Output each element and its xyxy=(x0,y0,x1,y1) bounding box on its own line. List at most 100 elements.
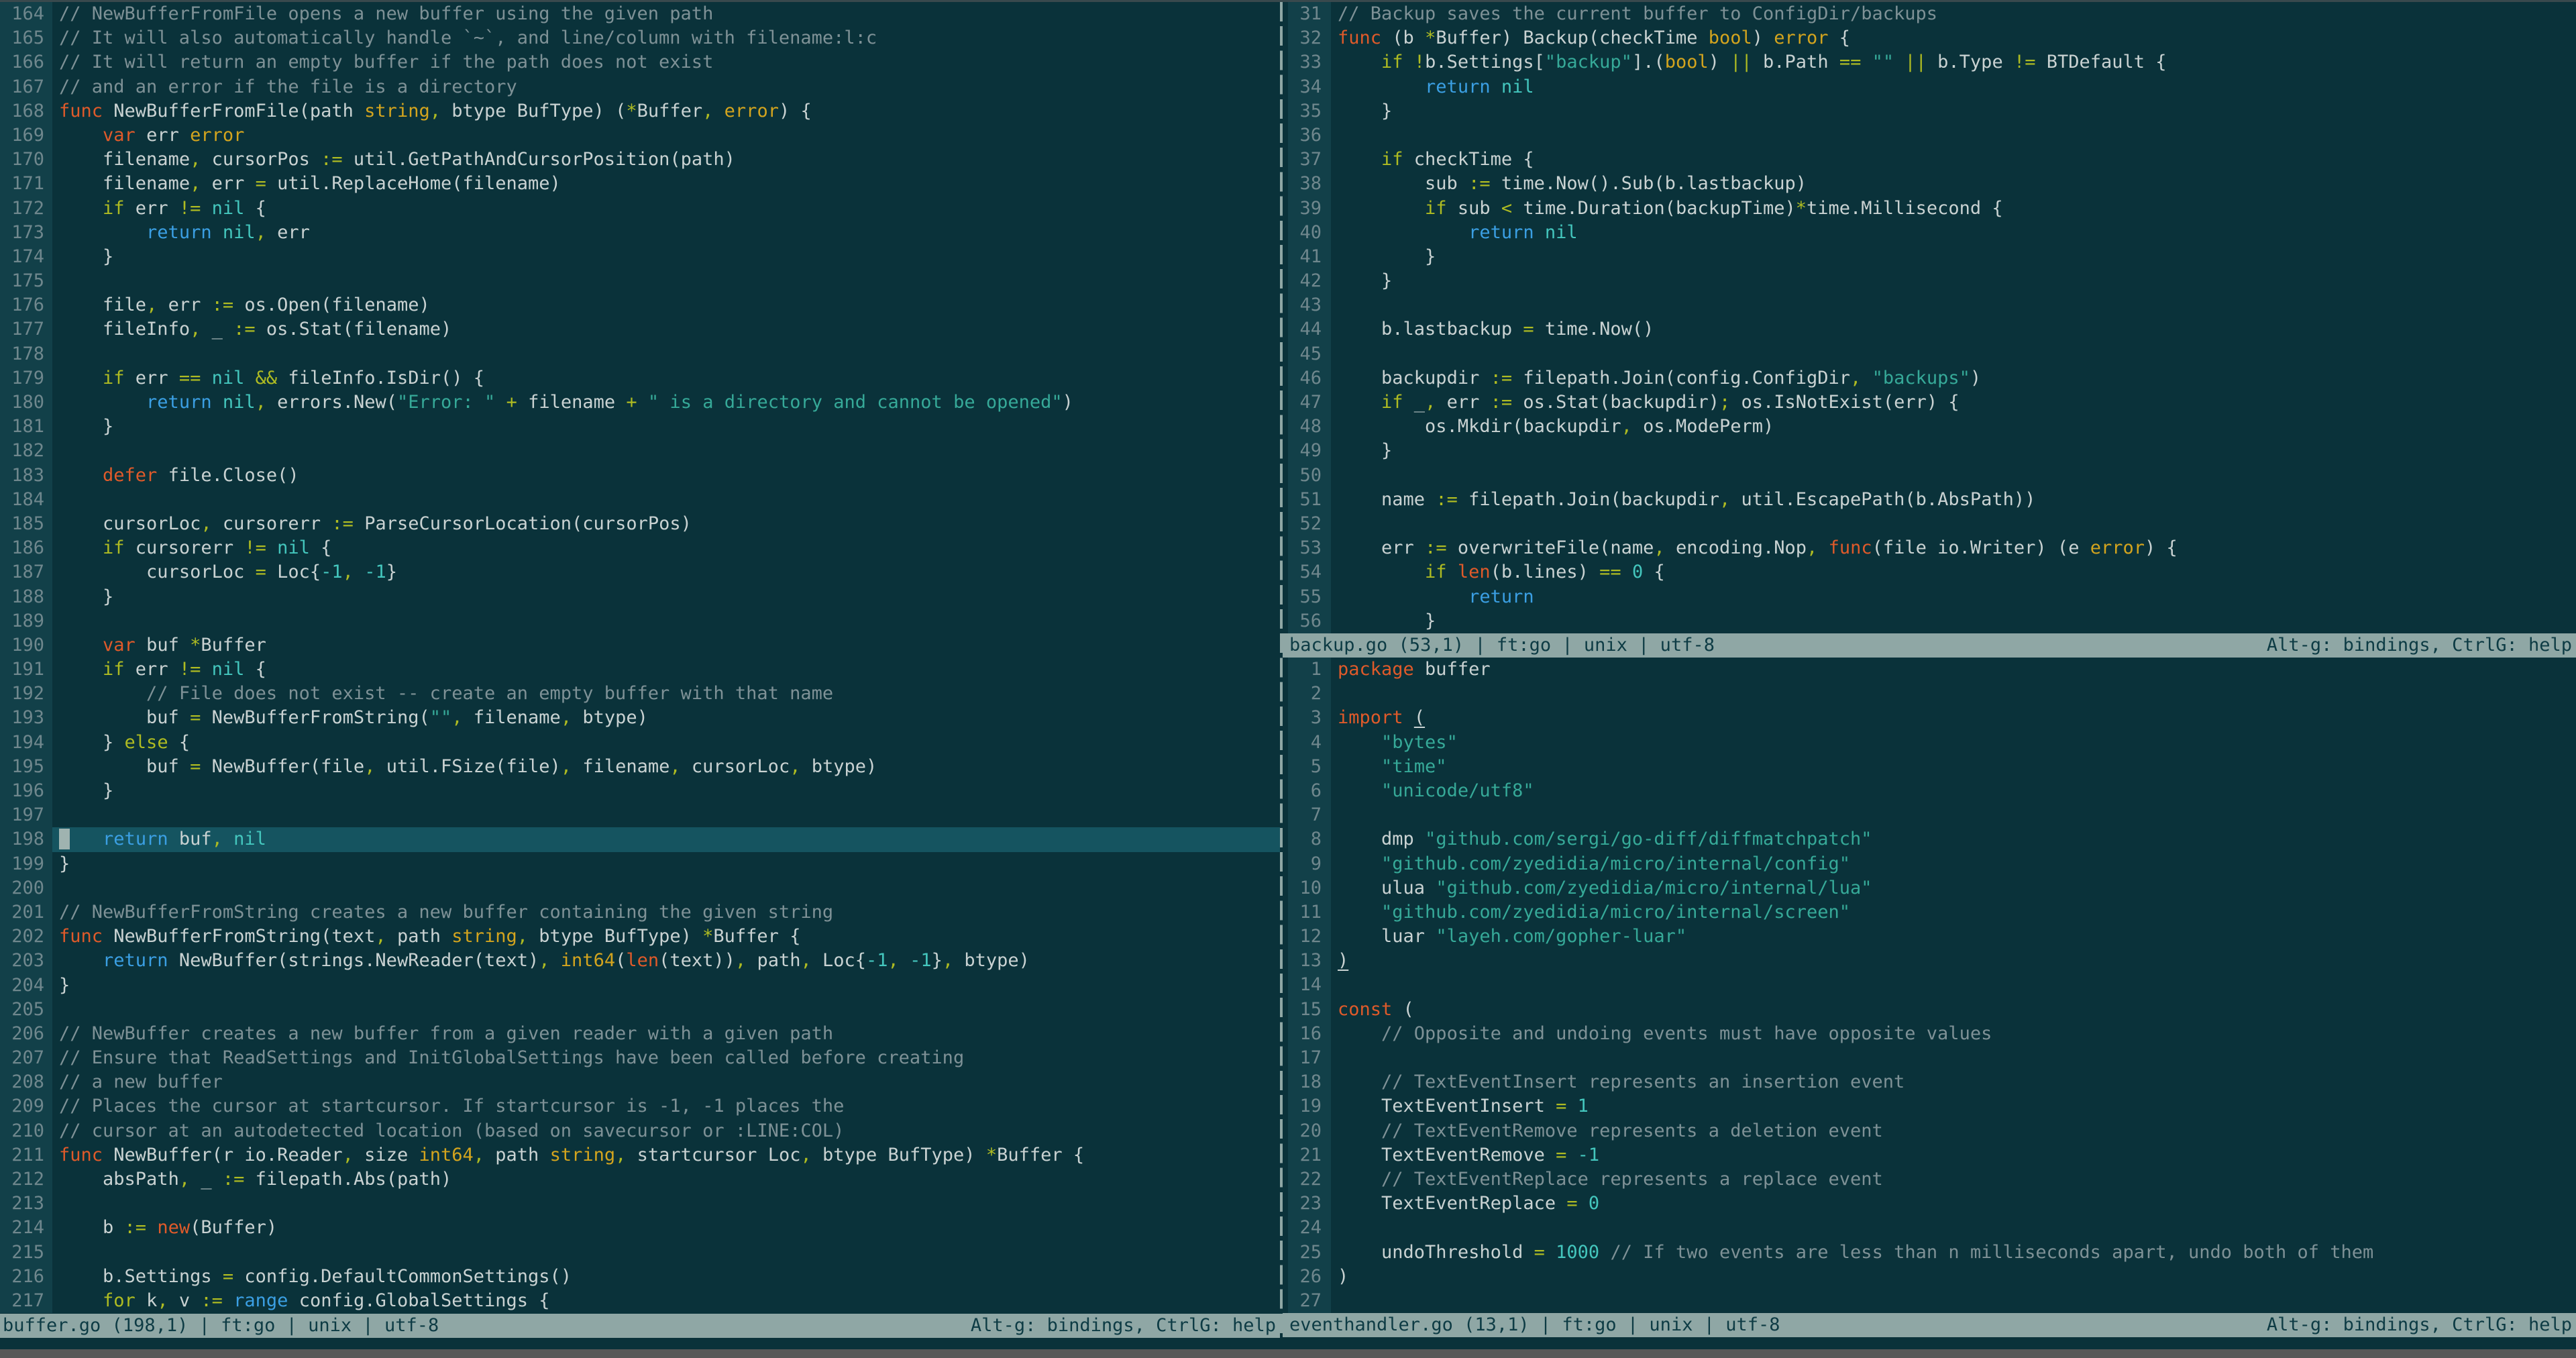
code-line[interactable]: 189 xyxy=(0,609,1280,633)
code-line[interactable]: 32 func (b *Buffer) Backup(checkTime bool… xyxy=(1283,26,2576,51)
code-line[interactable]: 25 undoThreshold = 1000 // If two events… xyxy=(1283,1240,2576,1265)
code-line[interactable]: 192 // File does not exist -- create an … xyxy=(0,682,1280,707)
code-line[interactable]: 10 ulua "github.com/zyedidia/micro/inter… xyxy=(1283,876,2576,900)
code-line[interactable]: 183 defer file.Close() xyxy=(0,463,1280,488)
code-line[interactable]: 214 b := new(Buffer) xyxy=(0,1216,1280,1241)
code-line[interactable]: 193 buf = NewBufferFromString("", filena… xyxy=(0,706,1280,731)
code-line[interactable]: 38 sub := time.Now().Sub(b.lastbackup) xyxy=(1283,172,2576,197)
code-line[interactable]: 202 func NewBufferFromString(text, path s… xyxy=(0,925,1280,949)
code-area-buffer-go[interactable]: 164 // NewBufferFromFile opens a new buff… xyxy=(0,2,1280,1314)
code-line[interactable]: 49 } xyxy=(1283,439,2576,464)
code-line[interactable]: 33 if !b.Settings["backup"].(bool) || b.… xyxy=(1283,50,2576,75)
code-line[interactable]: 195 buf = NewBuffer(file, util.FSize(fil… xyxy=(0,754,1280,779)
code-line[interactable]: 167 // and an error if the file is a dire… xyxy=(0,74,1280,99)
code-line[interactable]: 55 return xyxy=(1283,584,2576,609)
code-line[interactable]: 190 var buf *Buffer xyxy=(0,633,1280,658)
code-line[interactable]: 7 xyxy=(1283,803,2576,828)
code-line[interactable]: 201 // NewBufferFromString creates a new … xyxy=(0,900,1280,925)
code-line[interactable]: 169 var err error xyxy=(0,123,1280,148)
code-line[interactable]: 23 TextEventReplace = 0 xyxy=(1283,1192,2576,1216)
code-line[interactable]: 12 luar "layeh.com/gopher-luar" xyxy=(1283,925,2576,949)
code-line[interactable]: 1 package buffer xyxy=(1283,658,2576,682)
code-line[interactable]: 43 xyxy=(1283,293,2576,318)
code-line[interactable]: 13) xyxy=(1283,949,2576,974)
code-line[interactable]: 20 // TextEventRemove represents a delet… xyxy=(1283,1118,2576,1143)
code-line[interactable]: 52 xyxy=(1283,511,2576,537)
code-line[interactable]: 200 xyxy=(0,876,1280,900)
code-line[interactable]: 211 func NewBuffer(r io.Reader, size int6… xyxy=(0,1143,1280,1167)
code-line[interactable]: 184 xyxy=(0,487,1280,512)
code-line[interactable]: 181 } xyxy=(0,415,1280,439)
code-line[interactable]: 196 } xyxy=(0,779,1280,804)
code-line[interactable]: 197 xyxy=(0,803,1280,828)
code-line[interactable]: 178 xyxy=(0,342,1280,366)
code-line[interactable]: 45 xyxy=(1283,342,2576,366)
code-line[interactable]: 44 b.lastbackup = time.Now() xyxy=(1283,317,2576,342)
code-line[interactable]: 170 filename, cursorPos := util.GetPathA… xyxy=(0,148,1280,172)
code-line[interactable]: 18 // TextEventInsert represents an inse… xyxy=(1283,1070,2576,1095)
code-line[interactable]: 213 xyxy=(0,1192,1280,1216)
code-line[interactable]: 165 // It will also automatically handle … xyxy=(0,26,1280,51)
code-line[interactable]: 5 "time" xyxy=(1283,754,2576,779)
code-line[interactable]: 9 "github.com/zyedidia/micro/internal/co… xyxy=(1283,851,2576,876)
code-line[interactable]: 198 return buf, nil xyxy=(0,827,1280,852)
code-line[interactable]: 176 file, err := os.Open(filename) xyxy=(0,293,1280,318)
code-line[interactable]: 164 // NewBufferFromFile opens a new buff… xyxy=(0,2,1280,27)
code-line[interactable]: 168 func NewBufferFromFile(path string, b… xyxy=(0,99,1280,123)
code-line[interactable]: 173 return nil, err xyxy=(0,220,1280,245)
code-line[interactable]: 6 "unicode/utf8" xyxy=(1283,778,2576,804)
code-line[interactable]: 199} xyxy=(0,851,1280,876)
code-line[interactable]: 174 } xyxy=(0,244,1280,270)
code-line[interactable]: 27 xyxy=(1283,1288,2576,1313)
code-line[interactable]: 19 TextEventInsert = 1 xyxy=(1283,1094,2576,1119)
code-line[interactable]: 186 if cursorerr != nil { xyxy=(0,536,1280,561)
code-line[interactable]: 36 xyxy=(1283,123,2576,148)
code-line[interactable]: 187 cursorLoc = Loc{-1, -1} xyxy=(0,560,1280,585)
code-line[interactable]: 31 // Backup saves the current buffer to … xyxy=(1283,2,2576,27)
code-line[interactable]: 4 "bytes" xyxy=(1283,730,2576,755)
code-line[interactable]: 166 // It will return an empty buffer if … xyxy=(0,50,1280,75)
code-line[interactable]: 22 // TextEventReplace represents a repl… xyxy=(1283,1167,2576,1192)
code-line[interactable]: 21 TextEventRemove = -1 xyxy=(1283,1143,2576,1167)
code-line[interactable]: 26) xyxy=(1283,1264,2576,1289)
code-line[interactable]: 203 return NewBuffer(strings.NewReader(t… xyxy=(0,949,1280,974)
code-line[interactable]: 194 } else { xyxy=(0,730,1280,755)
code-line[interactable]: 37 if checkTime { xyxy=(1283,148,2576,172)
code-line[interactable]: 207 // Ensure that ReadSettings and InitG… xyxy=(0,1046,1280,1071)
code-line[interactable]: 17 xyxy=(1283,1046,2576,1071)
code-line[interactable]: 54 if len(b.lines) == 0 { xyxy=(1283,560,2576,585)
code-line[interactable]: 185 cursorLoc, cursorerr := ParseCursorL… xyxy=(0,511,1280,537)
code-line[interactable]: 40 return nil xyxy=(1283,220,2576,245)
code-line[interactable]: 15 const ( xyxy=(1283,997,2576,1022)
code-line[interactable]: 209 // Places the cursor at startcursor. … xyxy=(0,1094,1280,1119)
code-line[interactable]: 188 } xyxy=(0,584,1280,609)
code-line[interactable]: 24 xyxy=(1283,1216,2576,1241)
code-line[interactable]: 3 import ( xyxy=(1283,706,2576,731)
code-line[interactable]: 206 // NewBuffer creates a new buffer fro… xyxy=(0,1021,1280,1047)
code-line[interactable]: 217 for k, v := range config.GlobalSetti… xyxy=(0,1288,1280,1314)
code-line[interactable]: 8 dmp "github.com/sergi/go-diff/diffmatc… xyxy=(1283,827,2576,852)
code-line[interactable]: 51 name := filepath.Join(backupdir, util… xyxy=(1283,487,2576,512)
code-line[interactable]: 53 err := overwriteFile(name, encoding.N… xyxy=(1283,536,2576,561)
code-line[interactable]: 205 xyxy=(0,997,1280,1022)
code-line[interactable]: 46 backupdir := filepath.Join(config.Con… xyxy=(1283,366,2576,390)
code-line[interactable]: 39 if sub < time.Duration(backupTime)*ti… xyxy=(1283,196,2576,221)
code-line[interactable]: 180 return nil, errors.New("Error: " + f… xyxy=(0,390,1280,415)
pane-buffer-go[interactable]: 164 // NewBufferFromFile opens a new buff… xyxy=(0,2,1280,1338)
code-line[interactable]: 204} xyxy=(0,973,1280,998)
code-line[interactable]: 35 } xyxy=(1283,99,2576,123)
code-line[interactable]: 212 absPath, _ := filepath.Abs(path) xyxy=(0,1167,1280,1192)
code-line[interactable]: 56 } xyxy=(1283,609,2576,633)
code-line[interactable]: 34 return nil xyxy=(1283,74,2576,99)
code-line[interactable]: 191 if err != nil { xyxy=(0,658,1280,682)
code-line[interactable]: 16 // Opposite and undoing events must h… xyxy=(1283,1021,2576,1046)
code-line[interactable]: 171 filename, err = util.ReplaceHome(fil… xyxy=(0,172,1280,197)
code-line[interactable]: 50 xyxy=(1283,463,2576,488)
code-line[interactable]: 48 os.Mkdir(backupdir, os.ModePerm) xyxy=(1283,415,2576,439)
code-line[interactable]: 41 } xyxy=(1283,244,2576,270)
code-line[interactable]: 14 xyxy=(1283,973,2576,998)
code-line[interactable]: 208 // a new buffer xyxy=(0,1070,1280,1095)
code-line[interactable]: 47 if _, err := os.Stat(backupdir); os.I… xyxy=(1283,390,2576,415)
code-line[interactable]: 42 } xyxy=(1283,269,2576,294)
code-area-backup-go[interactable]: 31 // Backup saves the current buffer to … xyxy=(1283,2,2576,633)
